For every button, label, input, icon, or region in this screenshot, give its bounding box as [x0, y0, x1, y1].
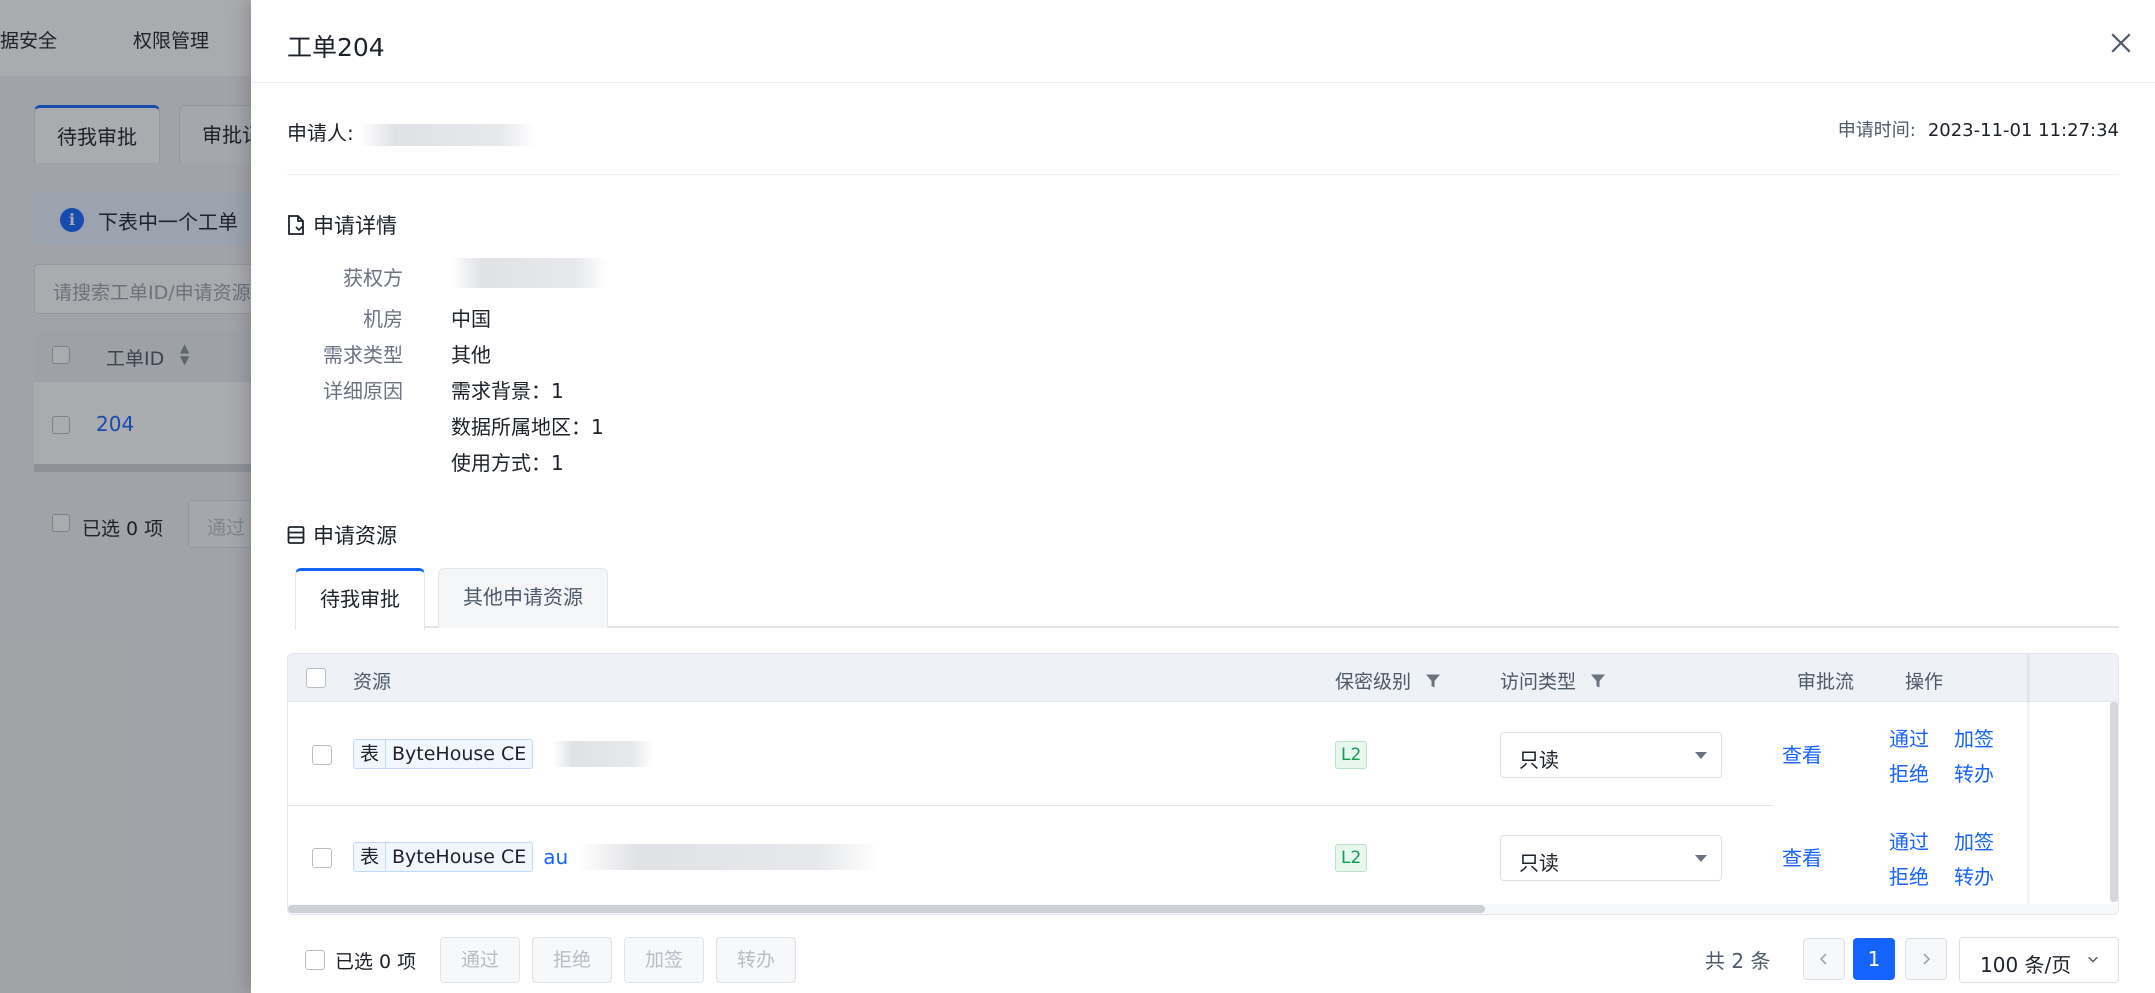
batch-approve-button[interactable]: 通过	[440, 937, 520, 983]
ticket-drawer: 工单204 申请人: 申请时间: 2023-11-01 11:27:34 申请详情…	[251, 0, 2155, 993]
access-type-select[interactable]: 只读	[1500, 732, 1722, 778]
col-resource-label: 资源	[353, 671, 392, 693]
resource-name-link[interactable]: au	[543, 845, 568, 869]
filter-icon[interactable]	[1425, 673, 1441, 689]
level-tag: L2	[1335, 844, 1368, 872]
col-flow-label: 审批流	[1797, 671, 1855, 693]
resources-section-title: 申请资源	[287, 520, 397, 550]
table-header: 资源 保密级别 访问类型 审批流 操作	[288, 654, 2118, 702]
resource-source-tag: ByteHouse CE	[392, 846, 527, 868]
chevron-left-icon	[1819, 953, 1827, 965]
applicant: 申请人:	[287, 117, 536, 146]
header-divider	[251, 82, 2155, 83]
view-flow-link[interactable]: 查看	[1782, 739, 1822, 768]
room-value: 中国	[451, 307, 491, 331]
col-ops: 操作	[1905, 667, 1943, 694]
info-divider	[287, 174, 2119, 175]
resource-tag: 表 ByteHouse CE	[353, 842, 534, 872]
database-icon	[287, 526, 305, 544]
fixed-columns: 查看 通过 加签 拒绝 转办	[1773, 806, 2118, 909]
level-tag: L2	[1335, 741, 1368, 769]
resource-tabs: 待我审批 其他申请资源	[295, 568, 2119, 630]
selected-count: 已选 0 项	[335, 951, 417, 973]
col-flow: 审批流	[1797, 667, 1854, 694]
access-type-select[interactable]: 只读	[1500, 835, 1722, 881]
prev-page-button[interactable]	[1803, 938, 1845, 980]
document-icon	[288, 215, 304, 235]
total-count: 共 2 条	[1705, 949, 1771, 973]
access-type-value: 只读	[1519, 851, 1559, 875]
resource-table: 资源 保密级别 访问类型 审批流 操作 表 ByteHouse CE L2 只读…	[287, 653, 2119, 915]
batch-reject-button[interactable]: 拒绝	[532, 937, 612, 983]
next-page-button[interactable]	[1905, 938, 1947, 980]
col-access: 访问类型	[1500, 667, 1606, 694]
details-section-title: 申请详情	[287, 210, 397, 240]
filter-icon[interactable]	[1590, 673, 1606, 689]
tab-pending-approval[interactable]: 待我审批	[295, 568, 425, 630]
col-level-label: 保密级别	[1335, 671, 1412, 693]
resource-cell: 表 ByteHouse CE	[353, 739, 654, 769]
chevron-right-icon	[1923, 953, 1931, 965]
page-size-value: 100 条/页	[1980, 953, 2072, 977]
grantee-redacted	[451, 258, 607, 288]
grantee-label: 获权方	[343, 266, 403, 290]
resource-name-redacted	[578, 844, 879, 870]
transfer-link[interactable]: 转办	[1954, 861, 1994, 890]
applicant-redacted	[359, 123, 536, 146]
resources-title-text: 申请资源	[313, 524, 397, 548]
apply-time: 申请时间: 2023-11-01 11:27:34	[1838, 116, 2119, 142]
batch-transfer-button[interactable]: 转办	[716, 937, 796, 983]
caret-down-icon	[1695, 855, 1707, 862]
countersign-link[interactable]: 加签	[1954, 723, 1994, 752]
approve-link[interactable]: 通过	[1889, 723, 1929, 752]
access-type-value: 只读	[1519, 748, 1559, 772]
type-label: 需求类型	[323, 343, 403, 367]
resource-type-tag: 表	[354, 843, 387, 871]
transfer-link[interactable]: 转办	[1954, 758, 1994, 787]
apply-time-value: 2023-11-01 11:27:34	[1927, 120, 2119, 141]
resource-tag: 表 ByteHouse CE	[353, 739, 534, 769]
vertical-scrollbar[interactable]	[2110, 702, 2118, 902]
reason-line-1: 需求背景：1	[451, 379, 564, 403]
row-checkbox[interactable]	[312, 848, 332, 868]
reason-label: 详细原因	[323, 379, 403, 403]
table-row: 表 ByteHouse CE au L2 只读 查看 通过 加签 拒绝 转办	[288, 806, 2118, 909]
details-title-text: 申请详情	[313, 214, 397, 238]
resource-name-redacted	[553, 741, 654, 767]
fixed-column-shadow	[2027, 654, 2031, 914]
horizontal-scrollbar[interactable]	[288, 905, 1485, 913]
col-ops-label: 操作	[1905, 671, 1944, 693]
reason-line-3: 使用方式：1	[451, 451, 564, 475]
resource-cell: 表 ByteHouse CE au	[353, 842, 879, 872]
chevron-down-icon	[2088, 956, 2098, 963]
fixed-columns: 查看 通过 加签 拒绝 转办	[1773, 703, 2118, 806]
grantee-blur	[451, 258, 607, 288]
applicant-label: 申请人:	[287, 121, 354, 145]
reject-link[interactable]: 拒绝	[1889, 861, 1929, 890]
batch-countersign-button[interactable]: 加签	[624, 937, 704, 983]
type-value: 其他	[451, 343, 491, 367]
page-1-button[interactable]: 1	[1853, 938, 1895, 980]
resource-source-tag: ByteHouse CE	[392, 743, 527, 765]
reject-link[interactable]: 拒绝	[1889, 758, 1929, 787]
view-flow-link[interactable]: 查看	[1782, 842, 1822, 871]
footer-select-all-checkbox[interactable]	[305, 950, 325, 970]
drawer-title: 工单204	[287, 33, 385, 62]
col-resource: 资源	[353, 667, 391, 694]
col-access-label: 访问类型	[1500, 671, 1577, 693]
caret-down-icon	[1695, 752, 1707, 759]
approve-link[interactable]: 通过	[1889, 826, 1929, 855]
reason-line-2: 数据所属地区：1	[451, 415, 604, 439]
countersign-link[interactable]: 加签	[1954, 826, 1994, 855]
table-row: 表 ByteHouse CE L2 只读 查看 通过 加签 拒绝 转办	[288, 703, 2118, 806]
col-level: 保密级别	[1335, 667, 1441, 694]
apply-time-label: 申请时间:	[1837, 120, 1916, 141]
close-icon[interactable]	[2106, 28, 2136, 58]
select-all-checkbox[interactable]	[306, 668, 326, 688]
tab-other-resources[interactable]: 其他申请资源	[438, 568, 608, 628]
page-size-select[interactable]: 100 条/页	[1959, 937, 2119, 983]
row-checkbox[interactable]	[312, 745, 332, 765]
resource-type-tag: 表	[354, 740, 387, 768]
room-label: 机房	[363, 307, 403, 331]
